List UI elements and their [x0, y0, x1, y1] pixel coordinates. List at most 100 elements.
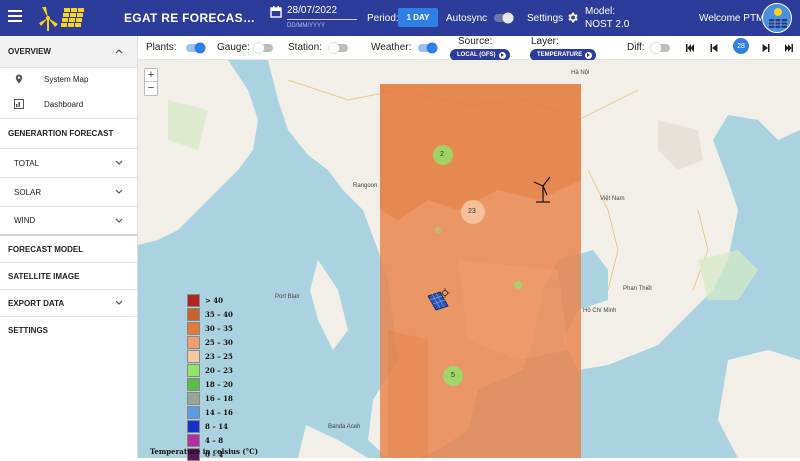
legend-swatch: [187, 335, 200, 349]
zoom-out-button[interactable]: −: [145, 82, 157, 95]
legend-label: 4 – 8: [205, 435, 224, 445]
zoom-in-button[interactable]: +: [145, 69, 157, 82]
autosync-label: Autosync: [446, 13, 488, 24]
period-button[interactable]: 1 DAY: [398, 8, 438, 27]
legend-swatch: [187, 405, 200, 419]
diff-label: Diff:: [627, 42, 645, 53]
legend-swatch: [187, 433, 200, 447]
skip-first-icon[interactable]: [685, 43, 695, 53]
sidebar-item-label: TOTAL: [14, 158, 40, 168]
legend-label: 35 – 40: [205, 309, 233, 319]
chevron-up-icon[interactable]: [115, 47, 123, 55]
legend-swatch: [187, 419, 200, 433]
settings-label[interactable]: Settings: [527, 13, 563, 24]
sidebar-export-data[interactable]: EXPORT DATA: [0, 290, 137, 317]
gear-icon[interactable]: [566, 11, 579, 24]
hamburger-menu-icon[interactable]: [8, 10, 22, 26]
chevron-down-icon[interactable]: [115, 187, 123, 195]
gauge-toggle[interactable]: [253, 42, 275, 54]
sidebar-settings[interactable]: SETTINGS: [0, 317, 137, 344]
station-label: Station:: [288, 42, 322, 53]
sidebar-item-dashboard[interactable]: Dashboard: [0, 90, 137, 119]
date-input[interactable]: 28/07/2022: [287, 5, 357, 20]
cluster-count[interactable]: 5: [451, 372, 455, 379]
map-label-hcm: Hồ Chí Minh: [583, 308, 617, 314]
date-format-hint: DD/MM/YYYY: [287, 23, 326, 29]
legend-row: 16 – 18: [187, 391, 277, 405]
sidebar-item-wind[interactable]: WIND: [0, 207, 137, 236]
legend-swatch: [187, 293, 200, 307]
sidebar-item-label: SOLAR: [14, 187, 42, 197]
legend-swatch: [187, 363, 200, 377]
avatar-solar-icon: [769, 8, 787, 28]
legend-row: 35 – 40: [187, 307, 277, 321]
chevron-down-icon[interactable]: [115, 158, 123, 166]
legend-label: 25 – 30: [205, 337, 233, 347]
sidebar-item-system-map[interactable]: System Map: [0, 68, 137, 90]
legend-swatch: [187, 391, 200, 405]
zoom-control: + −: [144, 68, 158, 96]
legend-swatch: [187, 377, 200, 391]
dashboard-icon: [14, 99, 24, 109]
cluster-count[interactable]: 23: [468, 208, 476, 215]
chevron-down-icon[interactable]: [115, 298, 123, 306]
autosync-toggle[interactable]: [492, 12, 516, 24]
sidebar-overview-label: OVERVIEW: [8, 47, 51, 56]
map-label-hanoi: Hà Nội: [571, 70, 590, 76]
legend-label: > 40: [205, 295, 224, 305]
diff-toggle[interactable]: [650, 42, 672, 54]
legend-label: 14 – 16: [205, 407, 233, 417]
sidebar-generation-forecast[interactable]: GENERARTION FORECAST: [0, 119, 137, 149]
chevron-down-icon[interactable]: [115, 216, 123, 224]
app-title: EGAT RE FORECAST SYS...: [124, 11, 258, 25]
sidebar-item-label: WIND: [14, 216, 36, 225]
sidebar-item-solar[interactable]: SOLAR: [0, 178, 137, 207]
sidebar-overview[interactable]: OVERVIEW: [0, 36, 137, 68]
legend-row: 20 – 23: [187, 363, 277, 377]
legend-label: 18 – 20: [205, 379, 233, 389]
caret-right-icon: [585, 51, 593, 59]
period-label: Period:: [367, 13, 399, 24]
skip-last-icon[interactable]: [784, 43, 794, 53]
timestep-badge[interactable]: 28: [733, 38, 749, 54]
legend-label: 16 – 18: [205, 393, 233, 403]
sidebar-section-label: GENERARTION FORECAST: [8, 129, 114, 138]
gauge-label: Gauge:: [217, 42, 250, 53]
skip-next-icon[interactable]: [761, 43, 771, 53]
skip-previous-icon[interactable]: [709, 43, 719, 53]
egat-logo: [39, 7, 84, 31]
sidebar-forecast-model[interactable]: FORECAST MODEL: [0, 236, 137, 263]
legend-row: > 40: [187, 293, 277, 307]
sidebar-item-label: System Map: [44, 74, 89, 84]
map-label-banda-aceh: Banda Aceh: [328, 424, 361, 430]
map-label-phan-thiet: Phan Thiết: [623, 286, 652, 292]
station-toggle[interactable]: [328, 42, 350, 54]
source-label: Source:: [458, 36, 493, 47]
avatar[interactable]: [762, 3, 792, 33]
layer-label: Layer:: [531, 36, 559, 47]
weather-label: Weather:: [371, 42, 412, 53]
sidebar-section-label: SATELLITE IMAGE: [8, 271, 80, 281]
legend-row: 30 – 35: [187, 321, 277, 335]
plants-toggle[interactable]: [184, 42, 206, 54]
sidebar-section-label: FORECAST MODEL: [8, 244, 84, 254]
top-app-bar: EGAT RE FORECAST SYS... 28/07/2022 DD/MM…: [0, 0, 800, 36]
sidebar-section-label: EXPORT DATA: [8, 298, 65, 308]
calendar-icon[interactable]: [270, 6, 282, 18]
legend-swatch: [187, 349, 200, 363]
date-field[interactable]: 28/07/2022 DD/MM/YYYY: [287, 5, 357, 29]
welcome-text: Welcome PTMD: [699, 13, 772, 24]
legend-swatch: [187, 321, 200, 335]
legend-label: 23 – 25: [205, 351, 233, 361]
layer-toolbar: Plants: Gauge: Station: Weather: Source:…: [138, 36, 800, 61]
sidebar-satellite-image[interactable]: SATELLITE IMAGE: [0, 263, 137, 290]
weather-toggle[interactable]: [416, 42, 438, 54]
cluster-count[interactable]: 2: [440, 151, 444, 158]
legend-swatch: [187, 307, 200, 321]
legend-title: Temperature in celsius (°C): [150, 447, 259, 456]
legend-label: 20 – 23: [205, 365, 233, 375]
legend-row: 23 – 25: [187, 349, 277, 363]
sidebar-item-label: Dashboard: [44, 99, 84, 109]
legend-label: 30 – 35: [205, 323, 233, 333]
sidebar-item-total[interactable]: TOTAL: [0, 149, 137, 178]
